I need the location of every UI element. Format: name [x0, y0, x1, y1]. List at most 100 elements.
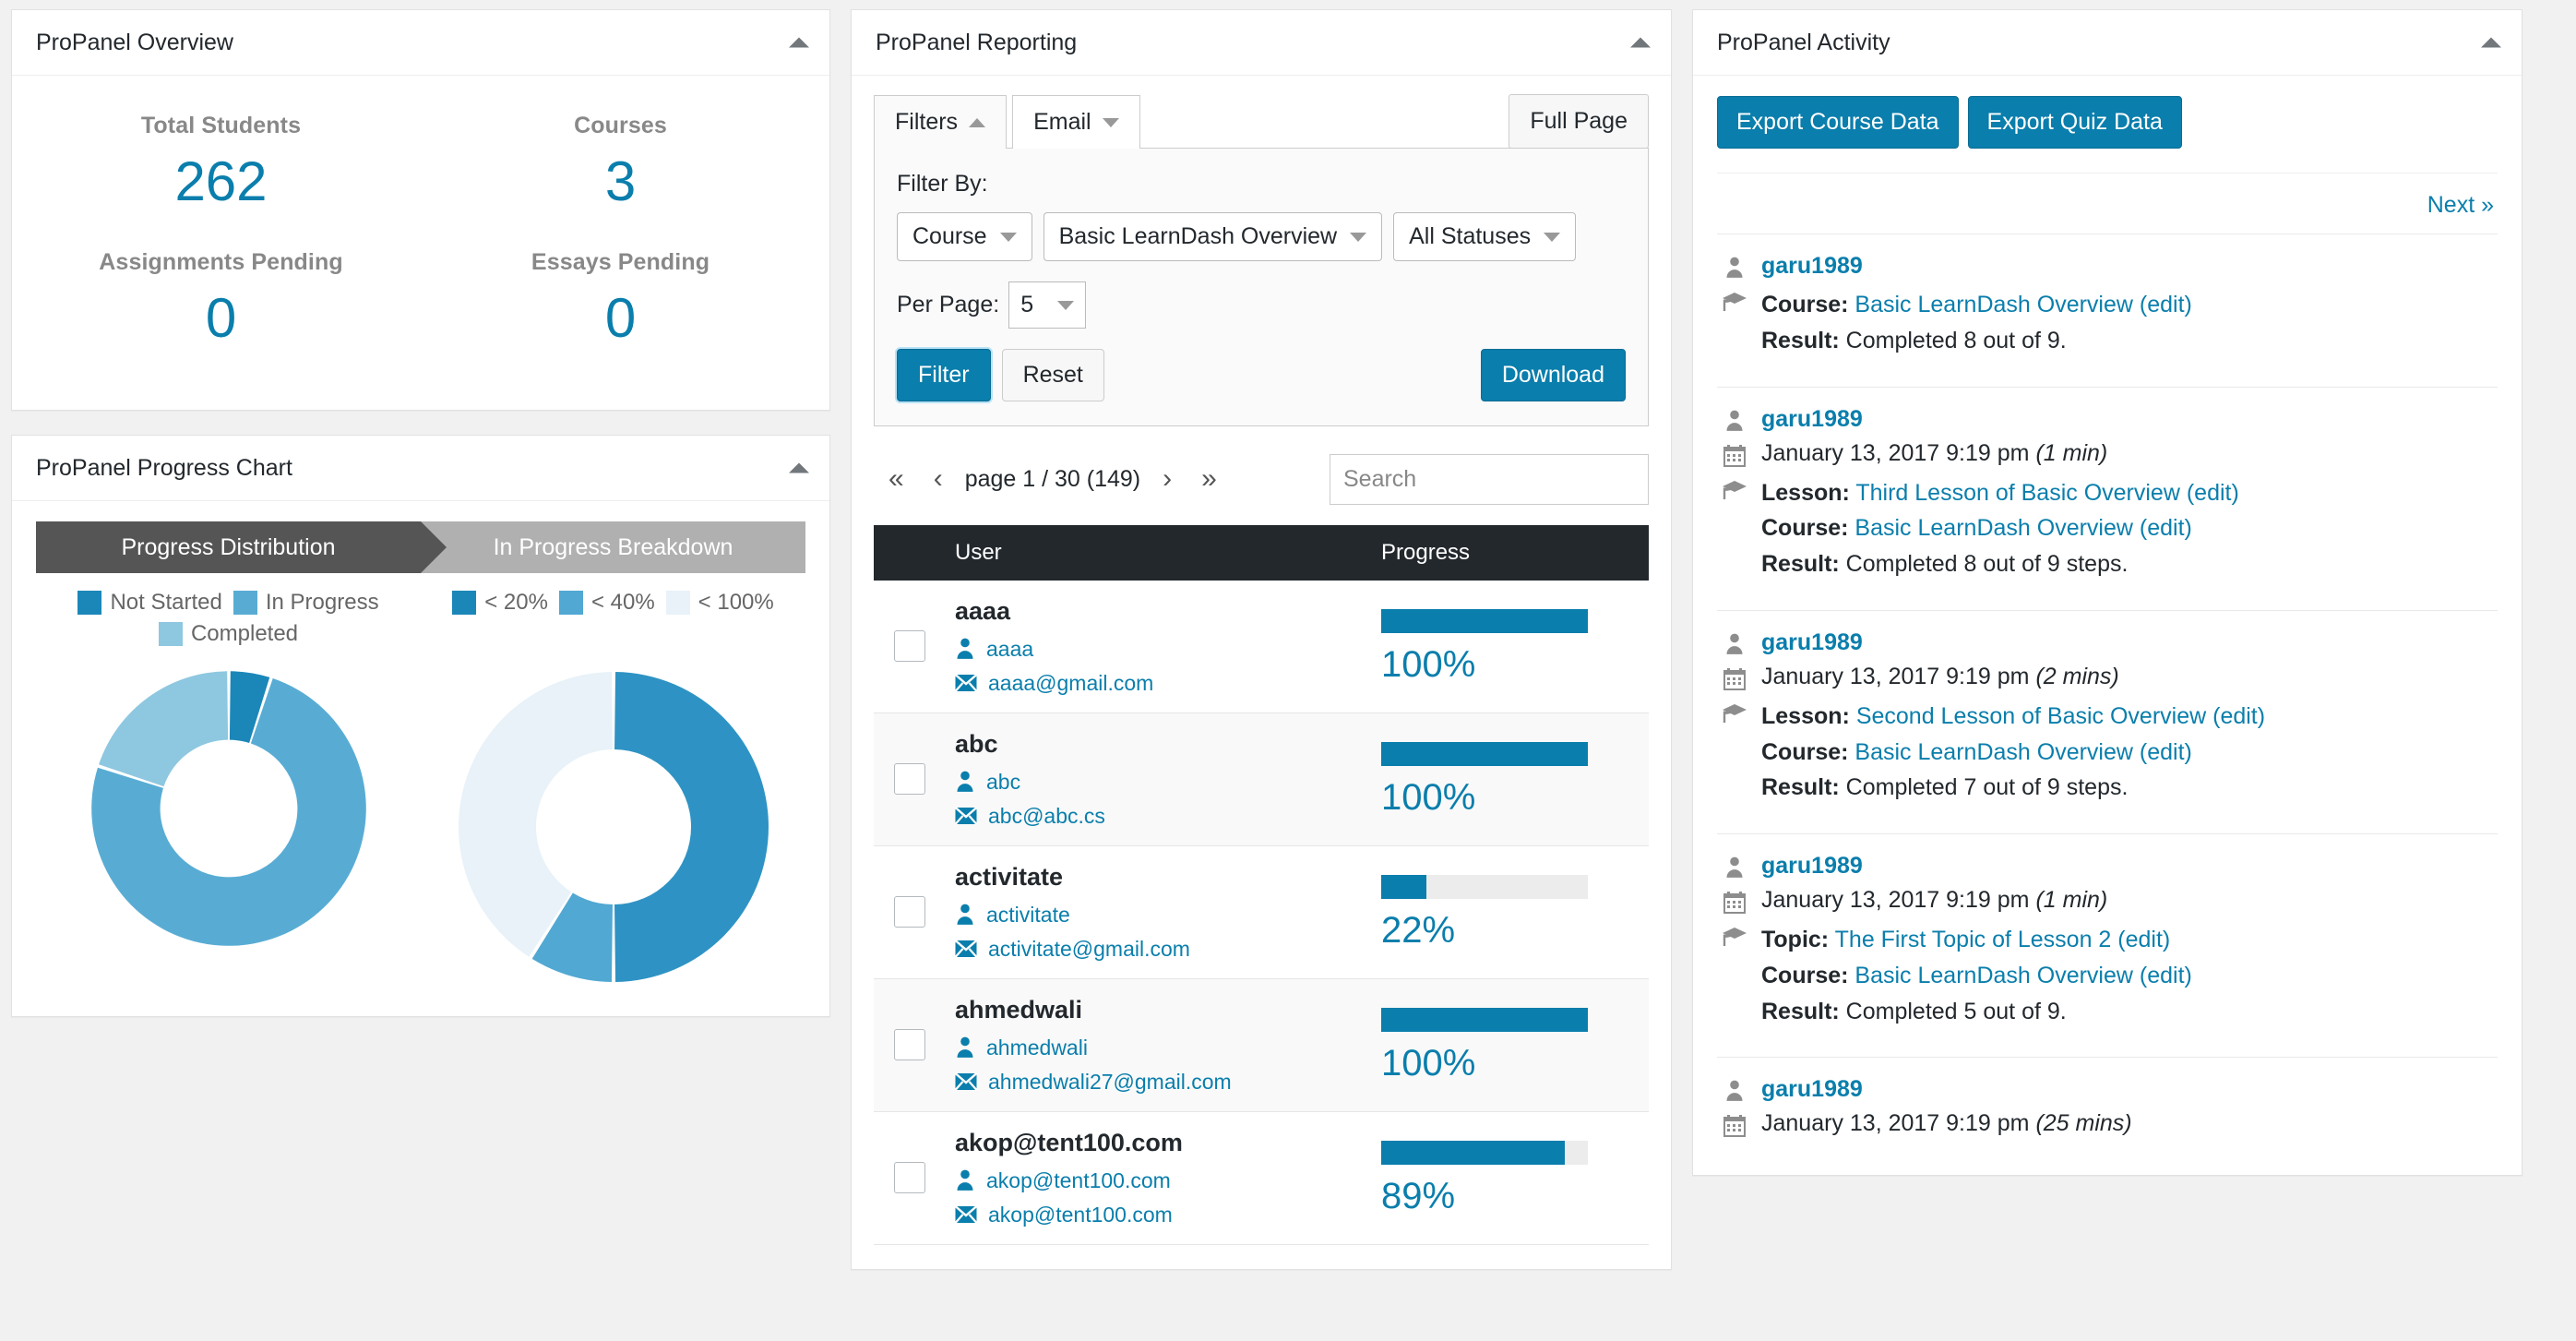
user-email[interactable]: akop@tent100.com [988, 1203, 1173, 1227]
reset-button[interactable]: Reset [1001, 349, 1104, 401]
export-course-data-button[interactable]: Export Course Data [1717, 96, 1959, 149]
type-select[interactable]: Course [897, 212, 1032, 261]
legend-label: < 40% [590, 590, 655, 615]
progress-bar-fill [1381, 1141, 1566, 1165]
search-input[interactable] [1330, 453, 1649, 505]
user-username[interactable]: activitate [986, 903, 1070, 928]
activity-course-link[interactable]: Basic LearnDash Overview [1854, 739, 2133, 765]
user-username-line: activitate [955, 903, 1363, 928]
activity-primary-edit-link[interactable]: (edit) [2187, 480, 2239, 506]
prev-page-button[interactable]: ‹ [919, 461, 958, 497]
user-username[interactable]: akop@tent100.com [986, 1168, 1171, 1193]
activity-primary-link[interactable]: Basic LearnDash Overview [1854, 292, 2133, 317]
mail-icon [955, 807, 977, 825]
activity-course-edit-link[interactable]: (edit) [2140, 963, 2192, 988]
activity-username[interactable]: garu1989 [1761, 406, 1863, 433]
row-progress-cell: 100% [1372, 978, 1649, 1111]
activity-primary-edit-link[interactable]: (edit) [2140, 292, 2192, 317]
collapse-activity-icon[interactable] [2481, 37, 2501, 48]
activity-username[interactable]: garu1989 [1761, 1076, 1863, 1103]
donut-progress-distribution [36, 665, 421, 988]
collapse-progress-chart-icon[interactable] [789, 462, 809, 473]
tab-progress-distribution[interactable]: Progress Distribution [36, 521, 447, 573]
tab-email[interactable]: Email [1012, 95, 1140, 149]
row-progress-cell: 100% [1372, 581, 1649, 713]
graduation-cap-icon [1721, 287, 1748, 313]
row-checkbox[interactable] [894, 896, 925, 928]
user-display-name: abc [955, 729, 998, 758]
activity-primary-edit-link[interactable]: (edit) [2117, 927, 2170, 952]
download-button[interactable]: Download [1480, 349, 1626, 401]
row-select-cell [874, 1111, 946, 1244]
user-email[interactable]: ahmedwali27@gmail.com [988, 1070, 1232, 1095]
user-username[interactable]: ahmedwali [986, 1036, 1088, 1060]
activity-username[interactable]: garu1989 [1761, 853, 1863, 880]
activity-primary-link[interactable]: Third Lesson of Basic Overview [1855, 480, 2180, 506]
collapse-overview-icon[interactable] [789, 37, 809, 48]
next-page-button[interactable]: › [1148, 461, 1187, 497]
table-head: User Progress [874, 524, 1649, 581]
row-checkbox[interactable] [894, 630, 925, 662]
status-select[interactable]: All Statuses [1393, 212, 1577, 261]
stat-label: Assignments Pending [99, 249, 343, 275]
activity-item: garu1989 Course: Basic LearnDash Overvie… [1717, 233, 2498, 387]
user-username[interactable]: aaaa [986, 637, 1033, 662]
user-email[interactable]: activitate@gmail.com [988, 937, 1190, 962]
user-display-name: ahmedwali [955, 995, 1083, 1024]
activity-next-link[interactable]: Next » [2427, 192, 2494, 219]
legend-label: In Progress [265, 590, 379, 615]
activity-item: garu1989 January 13, 2017 9:19 pm (2 min… [1717, 609, 2498, 833]
progress-chart-tabs: Progress Distribution In Progress Breakd… [36, 521, 805, 573]
activity-username[interactable]: garu1989 [1761, 253, 1863, 280]
user-email-line: aaaa@gmail.com [955, 671, 1363, 696]
activity-course-edit-link[interactable]: (edit) [2140, 739, 2192, 765]
column-left: ProPanel Overview Total Students 262 Cou… [11, 9, 830, 1041]
activity-user-line: garu1989 [1721, 406, 2494, 433]
last-page-button[interactable]: » [1187, 461, 1232, 497]
chevron-down-icon [1350, 232, 1367, 242]
course-select[interactable]: Basic LearnDash Overview [1043, 212, 1383, 261]
activity-course-link[interactable]: Basic LearnDash Overview [1854, 963, 2133, 988]
user-icon [1726, 1080, 1743, 1102]
user-icon [955, 1036, 975, 1059]
legend-swatch-icon [665, 591, 690, 615]
activity-course-link[interactable]: Basic LearnDash Overview [1854, 515, 2133, 541]
user-icon [957, 1036, 973, 1058]
graduation-cap-icon [1723, 928, 1747, 946]
graduation-cap-icon [1723, 703, 1747, 723]
activity-primary-link[interactable]: Second Lesson of Basic Overview [1856, 703, 2206, 729]
user-email[interactable]: abc@abc.cs [988, 804, 1105, 829]
tab-in-progress-breakdown[interactable]: In Progress Breakdown [421, 521, 805, 573]
export-quiz-data-button[interactable]: Export Quiz Data [1967, 96, 2182, 149]
legend-item-not-started: Not Started [78, 590, 222, 616]
user-email-line: ahmedwali27@gmail.com [955, 1070, 1363, 1095]
activity-course-edit-link[interactable]: (edit) [2140, 515, 2192, 541]
tab-filters[interactable]: Filters [874, 95, 1008, 149]
row-checkbox[interactable] [894, 763, 925, 795]
legend-line: Completed [36, 621, 421, 647]
row-checkbox[interactable] [894, 1162, 925, 1193]
collapse-reporting-icon[interactable] [1630, 37, 1651, 48]
first-page-button[interactable]: « [874, 461, 919, 497]
user-icon [1726, 410, 1743, 431]
row-checkbox[interactable] [894, 1029, 925, 1060]
per-page-select[interactable]: 5 [1008, 281, 1087, 329]
activity-course-line: Course: Basic LearnDash Overview (edit) [1761, 962, 2192, 988]
filter-button[interactable]: Filter [897, 349, 991, 401]
user-email[interactable]: aaaa@gmail.com [988, 671, 1153, 696]
progress-percent: 100% [1381, 644, 1476, 685]
progress-bar-track [1381, 609, 1588, 633]
activity-item: garu1989 January 13, 2017 9:19 pm (25 mi… [1717, 1057, 2498, 1166]
column-header-progress: Progress [1372, 524, 1649, 581]
stat-label: Total Students [140, 113, 302, 138]
full-page-button[interactable]: Full Page [1509, 94, 1649, 149]
activity-primary-edit-link[interactable]: (edit) [2212, 703, 2265, 729]
user-username[interactable]: abc [986, 770, 1020, 795]
stat-value: 0 [604, 287, 637, 349]
user-username-line: aaaa [955, 637, 1363, 662]
chevron-down-icon [999, 232, 1017, 242]
activity-detail-line: Topic: The First Topic of Lesson 2 (edit… [1721, 922, 2494, 1029]
activity-primary-link[interactable]: The First Topic of Lesson 2 [1835, 927, 2112, 952]
activity-username[interactable]: garu1989 [1761, 629, 1863, 656]
overview-row-2: Assignments Pending 0 Essays Pending 0 [21, 236, 820, 373]
